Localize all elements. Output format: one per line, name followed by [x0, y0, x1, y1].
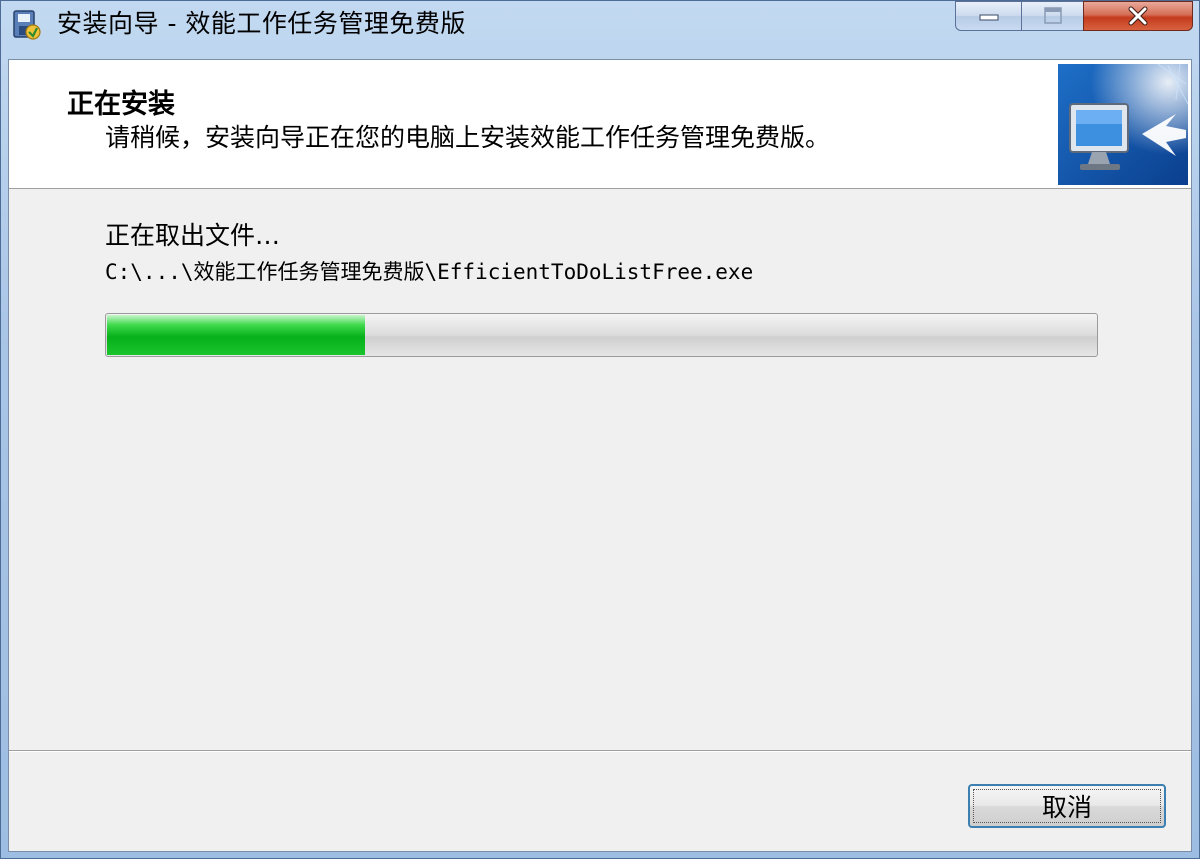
title-bar[interactable]: 安装向导 - 效能工作任务管理免费版 [1, 1, 1199, 49]
minimize-icon [979, 14, 998, 21]
wizard-header: 正在安装 请稍候，安装向导正在您的电脑上安装效能工作任务管理免费版。 [9, 60, 1191, 189]
window-title: 安装向导 - 效能工作任务管理免费版 [57, 9, 466, 38]
status-label: 正在取出文件… [105, 221, 281, 250]
footer-divider [9, 750, 1191, 752]
computer-arrow-icon [1058, 64, 1188, 185]
progress-fill [107, 315, 365, 355]
wizard-content: 正在安装 请稍候，安装向导正在您的电脑上安装效能工作任务管理免费版。 正在取出文… [8, 59, 1192, 852]
file-path: C:\...\效能工作任务管理免费版\EfficientToDoListFree… [105, 260, 754, 284]
close-icon [1128, 6, 1148, 26]
maximize-icon [1043, 7, 1062, 24]
close-button[interactable] [1083, 1, 1193, 31]
installer-window: 安装向导 - 效能工作任务管理免费版 正在安装 请稍候，安装向导正在您的电脑上安… [0, 0, 1200, 859]
maximize-button[interactable] [1021, 1, 1083, 31]
progress-bar [105, 313, 1098, 357]
caption-buttons [955, 1, 1193, 35]
page-subtitle: 请稍候，安装向导正在您的电脑上安装效能工作任务管理免费版。 [105, 123, 831, 152]
minimize-button[interactable] [955, 1, 1021, 31]
installer-disk-icon[interactable] [9, 8, 43, 42]
page-title: 正在安装 [67, 89, 175, 120]
cancel-button[interactable]: 取消 [968, 784, 1166, 828]
